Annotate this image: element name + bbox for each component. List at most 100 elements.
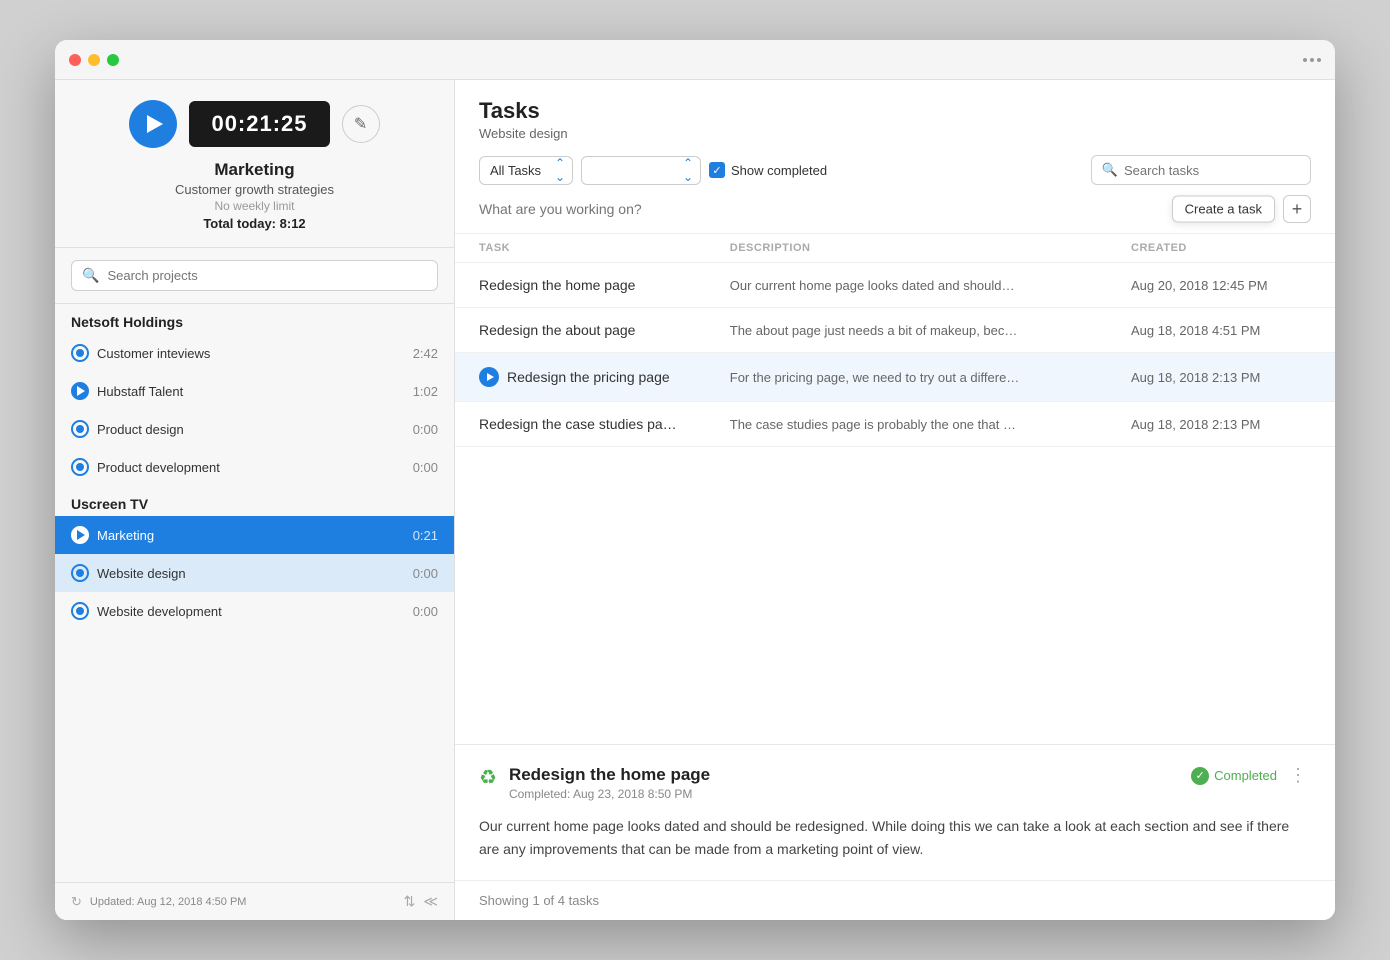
project-item[interactable]: Product development 0:00: [55, 448, 454, 486]
project-desc: Customer growth strategies: [175, 182, 334, 197]
right-panel: Tasks Website design All Tasks ⌃⌄ ⌃⌄: [455, 80, 1335, 920]
project-list: Netsoft Holdings Customer inteviews 2:42…: [55, 304, 454, 882]
project-time: 2:42: [413, 346, 438, 361]
task-name: Redesign the pricing page: [507, 369, 670, 385]
project-limit: No weekly limit: [175, 199, 334, 213]
task-detail-title: Redesign the home page: [509, 765, 1179, 785]
group-header-netsoft: Netsoft Holdings: [55, 304, 454, 334]
task-description: The about page just needs a bit of makeu…: [730, 323, 1131, 338]
project-item[interactable]: Hubstaff Talent 1:02: [55, 372, 454, 410]
tasks-table-header: TASK DESCRIPTION CREATED: [455, 234, 1335, 263]
project-name-label: Customer inteviews: [97, 346, 405, 361]
project-icon: [71, 344, 89, 362]
task-name: Redesign the case studies pa…: [479, 416, 677, 432]
search-projects-input[interactable]: [107, 268, 427, 283]
tasks-toolbar: All Tasks ⌃⌄ ⌃⌄ ✓ Show com: [479, 155, 1311, 185]
task-detail-body: Our current home page looks dated and sh…: [479, 815, 1311, 860]
new-task-input[interactable]: [479, 201, 1275, 217]
search-tasks-wrap: 🔍: [1091, 155, 1311, 185]
project-name-label: Website design: [97, 566, 405, 581]
project-icon: [71, 564, 89, 582]
titlebar-menu-icon[interactable]: [1303, 58, 1321, 62]
table-row[interactable]: Redesign the home page Our current home …: [455, 263, 1335, 308]
tasks-table: TASK DESCRIPTION CREATED Redesign the ho…: [455, 234, 1335, 744]
search-icon: 🔍: [82, 267, 99, 284]
task-name-cell: Redesign the pricing page: [479, 367, 730, 387]
task-description: The case studies page is probably the on…: [730, 417, 1131, 432]
project-name-label: Product development: [97, 460, 405, 475]
show-completed-toggle[interactable]: ✓ Show completed: [709, 162, 827, 178]
updated-text: Updated: Aug 12, 2018 4:50 PM: [90, 896, 247, 908]
filter-select[interactable]: All Tasks: [479, 156, 573, 185]
project-item-active[interactable]: Marketing 0:21: [55, 516, 454, 554]
more-options-icon[interactable]: ⋮: [1285, 765, 1311, 786]
settings-icon[interactable]: ⇅: [404, 893, 416, 910]
project-icon-playing: [71, 382, 89, 400]
task-name: Redesign the about page: [479, 322, 635, 338]
completed-check-icon: ✓: [1191, 767, 1209, 785]
play-icon: [147, 115, 163, 133]
table-row-active[interactable]: Redesign the pricing page For the pricin…: [455, 353, 1335, 402]
create-task-hint: Create a task: [1172, 196, 1275, 223]
project-time: 0:00: [413, 422, 438, 437]
sidebar-footer: ↻ Updated: Aug 12, 2018 4:50 PM ⇅ ≪: [55, 882, 454, 920]
task-play-icon: [479, 367, 499, 387]
task-created: Aug 18, 2018 2:13 PM: [1131, 417, 1311, 432]
add-task-button[interactable]: +: [1283, 195, 1311, 223]
column-task: TASK: [479, 242, 730, 254]
recycle-icon: ♻: [479, 765, 497, 790]
task-name-cell: Redesign the case studies pa…: [479, 416, 730, 432]
search-tasks-icon: 🔍: [1102, 162, 1118, 178]
edit-button[interactable]: ✎: [342, 105, 380, 143]
column-created: CREATED: [1131, 242, 1311, 254]
table-row[interactable]: Redesign the case studies pa… The case s…: [455, 402, 1335, 447]
edit-icon: ✎: [354, 114, 367, 134]
project-name-label: Website development: [97, 604, 405, 619]
titlebar: [55, 40, 1335, 80]
project-icon: [71, 602, 89, 620]
project-time: 1:02: [413, 384, 438, 399]
task-detail-title-block: Redesign the home page Completed: Aug 23…: [509, 765, 1179, 801]
project-item[interactable]: Customer inteviews 2:42: [55, 334, 454, 372]
project-name-label: Hubstaff Talent: [97, 384, 405, 399]
tasks-title: Tasks: [479, 98, 1311, 124]
project-icon-playing: [71, 526, 89, 544]
column-description: DESCRIPTION: [730, 242, 1131, 254]
task-detail-completed-date: Completed: Aug 23, 2018 8:50 PM: [509, 787, 1179, 801]
timer-controls: 00:21:25 ✎: [71, 100, 438, 148]
checkbox-completed: ✓: [709, 162, 725, 178]
project-name-label: Product design: [97, 422, 405, 437]
completed-label: Completed: [1214, 768, 1277, 783]
project-item-sub-active[interactable]: Website design 0:00: [55, 554, 454, 592]
close-button[interactable]: [69, 54, 81, 66]
project-time: 0:00: [413, 604, 438, 619]
filter-select-wrap: All Tasks ⌃⌄: [479, 156, 573, 185]
task-description: For the pricing page, we need to try out…: [730, 370, 1131, 385]
collapse-icon[interactable]: ≪: [423, 893, 438, 910]
new-task-row: + Create a task: [455, 185, 1335, 234]
project-item[interactable]: Website development 0:00: [55, 592, 454, 630]
filter2-select[interactable]: [581, 156, 701, 185]
task-description: Our current home page looks dated and sh…: [730, 278, 1131, 293]
search-projects-wrap: 🔍: [71, 260, 438, 291]
refresh-icon[interactable]: ↻: [71, 894, 82, 910]
play-button[interactable]: [129, 100, 177, 148]
table-row[interactable]: Redesign the about page The about page j…: [455, 308, 1335, 353]
filter2-select-wrap: ⌃⌄: [581, 156, 701, 185]
project-name: Marketing: [175, 160, 334, 180]
minimize-button[interactable]: [88, 54, 100, 66]
task-name-cell: Redesign the about page: [479, 322, 730, 338]
project-icon: [71, 420, 89, 438]
tasks-header: Tasks Website design All Tasks ⌃⌄ ⌃⌄: [455, 80, 1335, 185]
project-item[interactable]: Product design 0:00: [55, 410, 454, 448]
timer-display: 00:21:25: [189, 101, 329, 147]
task-detail-status: ✓ Completed ⋮: [1191, 765, 1311, 786]
tasks-subtitle: Website design: [479, 126, 1311, 141]
project-name-label: Marketing: [97, 528, 405, 543]
tasks-footer: Showing 1 of 4 tasks: [455, 880, 1335, 920]
maximize-button[interactable]: [107, 54, 119, 66]
show-completed-label: Show completed: [731, 163, 827, 178]
timer-section: 00:21:25 ✎ Marketing Customer growth str…: [55, 80, 454, 248]
tasks-count: Showing 1 of 4 tasks: [479, 893, 599, 908]
search-tasks-input[interactable]: [1124, 163, 1300, 178]
